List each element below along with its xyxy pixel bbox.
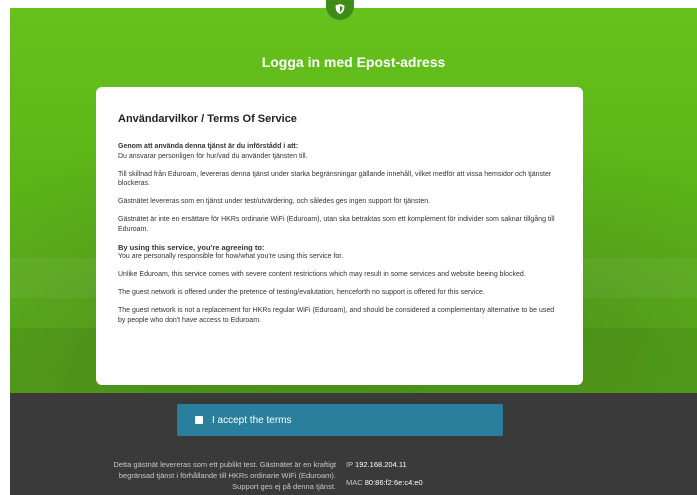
ip-label: IP (346, 460, 356, 469)
terms-heading: Användarvilkor / Terms Of Service (118, 113, 297, 125)
terms-en-responsibility: You are personally responsible for how/w… (118, 253, 344, 260)
terms-sv-replacement: Gästnätet är inte en ersättare för HKRs … (118, 216, 555, 233)
terms-en-lead: By using this service, you're agreeing t… (118, 242, 265, 252)
mac-row: MAC 80:86:f2:6e:c4:e0 (346, 477, 423, 488)
terms-sv-restrictions: Till skillnad från Eduroam, levereras de… (118, 170, 552, 188)
terms-card: Användarvilkor / Terms Of Service Genom … (96, 87, 583, 385)
captive-portal-page: Logga in med Epost-adress Användarvilkor… (0, 0, 697, 495)
terms-sv-testing: Gästnätet levereras som en tjänst under … (118, 198, 431, 205)
terms-en-replacement: The guest network is not a replacement f… (118, 307, 555, 324)
network-info: IP 192.168.204.11 MAC 80:86:f2:6e:c4:e0 (346, 459, 423, 488)
terms-en-restrictions: Unlike Eduroam, this service comes with … (118, 271, 526, 278)
mac-value: 80:86:f2:6e:c4:e0 (364, 478, 423, 487)
terms-sv-responsibility: Du ansvarar personligen för hur/vad du a… (118, 152, 308, 160)
terms-en-intro: By using this service, you're agreeing t… (118, 243, 561, 262)
accept-terms-checkbox[interactable] (195, 416, 203, 424)
ip-value: 192.168.204.11 (355, 460, 407, 469)
terms-sv-lead: Genom att använda denna tjänst är du inf… (118, 143, 299, 150)
terms-sv-intro: Genom att använda denna tjänst är du inf… (118, 142, 561, 161)
accept-terms-button[interactable]: I accept the terms (177, 404, 503, 436)
footer-notice: Detta gästnät levereras som ett publikt … (113, 460, 336, 491)
terms-en-testing: The guest network is offered under the p… (118, 289, 485, 296)
ip-row: IP 192.168.204.11 (346, 459, 423, 470)
accept-terms-label: I accept the terms (212, 414, 292, 426)
mac-label: MAC (346, 478, 365, 487)
page-title: Logga in med Epost-adress (261, 54, 446, 70)
shield-icon-glyph (335, 4, 345, 14)
